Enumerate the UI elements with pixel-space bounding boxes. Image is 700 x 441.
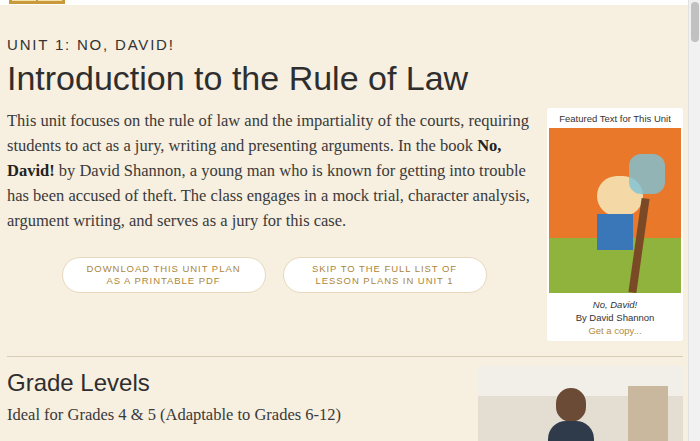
get-copy-link[interactable]: Get a copy...: [588, 324, 641, 337]
scrollbar-thumb[interactable]: [691, 2, 699, 42]
site-header: [0, 0, 688, 5]
unit-intro: This unit focuses on the rule of law and…: [7, 108, 541, 233]
intro-text: by David Shannon, a young man who is kno…: [7, 161, 530, 230]
book-title: No, David!: [593, 298, 637, 311]
book-cover-image[interactable]: [549, 128, 681, 293]
page-title: Introduction to the Rule of Law: [7, 57, 683, 99]
grade-levels-text: Ideal for Grades 4 & 5 (Adaptable to Gra…: [7, 404, 478, 426]
grade-levels-heading: Grade Levels: [7, 366, 478, 398]
lesson-list-button[interactable]: SKIP TO THE FULL LIST OF LESSON PLANS IN…: [283, 257, 487, 293]
unit-label: UNIT 1: NO, DAVID!: [7, 5, 683, 55]
book-author: By David Shannon: [576, 311, 655, 324]
download-pdf-button[interactable]: DOWNLOAD THIS UNIT PLAN AS A PRINTABLE P…: [62, 257, 266, 293]
book-logo-icon[interactable]: [8, 0, 66, 5]
featured-label: Featured Text for This Unit: [559, 108, 671, 128]
section-divider: [7, 356, 683, 357]
classroom-photo: [478, 366, 683, 441]
intro-text: This unit focuses on the rule of law and…: [7, 111, 529, 155]
scrollbar[interactable]: [688, 0, 700, 441]
featured-text-card: Featured Text for This Unit No, David! B…: [547, 108, 683, 341]
